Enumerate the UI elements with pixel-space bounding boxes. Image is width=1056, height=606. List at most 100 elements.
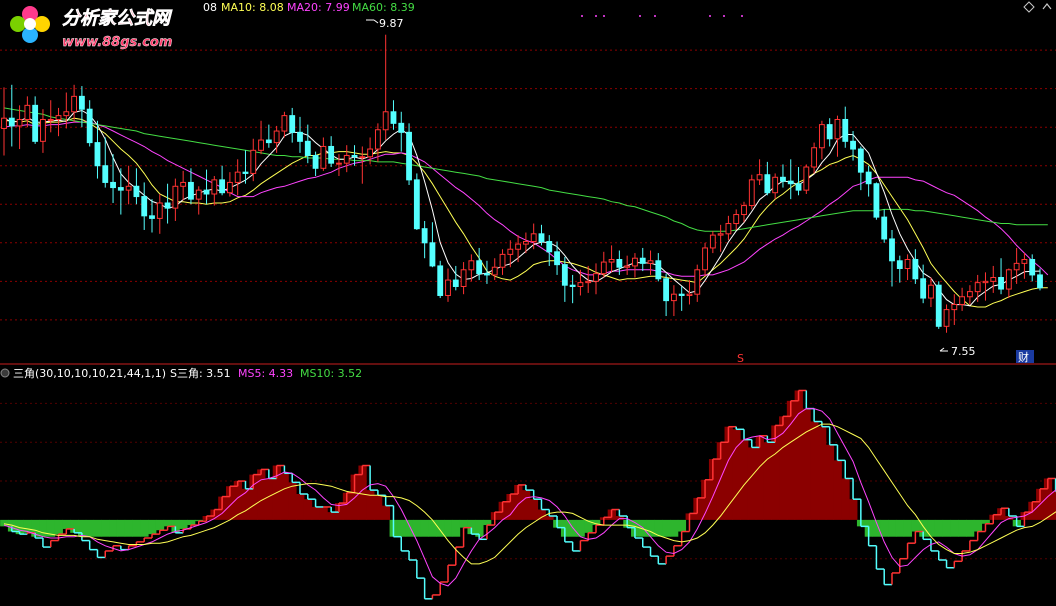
candle-body: [857, 148, 864, 173]
candle-body: [826, 124, 833, 140]
candle-body: [974, 282, 981, 293]
candle: [561, 256, 568, 302]
candle: [756, 159, 763, 185]
ma60-label: MA60: 8.39: [352, 1, 415, 14]
candle-body: [928, 284, 934, 299]
candle: [312, 151, 319, 177]
diamond-icon[interactable]: [1023, 1, 1035, 13]
candle: [678, 286, 685, 311]
candle: [40, 109, 46, 153]
negative-fill: [942, 519, 951, 537]
low-price-marker: 7.55: [939, 345, 976, 358]
negative-fill: [101, 519, 110, 537]
candle-body: [717, 233, 724, 236]
candle-body: [468, 260, 475, 271]
candle-body: [367, 148, 374, 158]
candle-body: [748, 179, 755, 207]
positive-fill: [537, 509, 546, 520]
candle-body: [265, 139, 272, 144]
negative-fill: [934, 519, 944, 537]
candle-body: [421, 228, 428, 244]
candle: [24, 96, 31, 128]
indicator-legend: 三角(30,10,10,10,21,44,1,1) S三角: 3.51 MS5:…: [0, 367, 362, 380]
negative-fill: [179, 519, 188, 529]
negative-fill: [451, 519, 461, 537]
candle-body: [522, 241, 529, 245]
positive-fill: [841, 478, 850, 520]
stock-chart[interactable]: 9.87 7.55 S 财 08 MA10: 8.08 MA20: 7.99 M…: [0, 0, 1056, 606]
candle-body: [546, 241, 553, 253]
candle: [1, 87, 7, 156]
candle-body: [47, 118, 54, 121]
candle-body: [273, 130, 280, 144]
candle: [593, 263, 599, 295]
candle-body: [351, 154, 358, 158]
candle-body: [343, 154, 350, 164]
candle-body: [624, 265, 631, 268]
negative-fill: [903, 519, 912, 537]
candle-body: [655, 260, 662, 280]
candle: [429, 222, 436, 268]
candle-body: [554, 251, 560, 266]
candle: [382, 34, 389, 141]
candle-body: [78, 95, 85, 110]
candle: [258, 120, 264, 155]
candle-body: [873, 183, 880, 218]
candle-body: [1005, 269, 1012, 290]
candle: [912, 249, 919, 284]
candle: [811, 142, 818, 174]
scroll-up-icon[interactable]: [1042, 3, 1052, 10]
candle: [554, 241, 560, 275]
finance-badge[interactable]: 财: [1018, 350, 1029, 364]
ma20-label: MA20: 7.99: [287, 1, 350, 14]
candle-body: [733, 214, 740, 225]
candle-body: [850, 140, 856, 150]
candle-body: [530, 233, 537, 243]
candle-body: [834, 118, 841, 140]
candle-body: [390, 111, 397, 124]
candle-body: [920, 278, 927, 299]
candle-body: [639, 257, 646, 264]
candle-body: [663, 278, 670, 302]
positive-fill: [327, 512, 336, 520]
candle-body: [593, 273, 599, 282]
candlesticks[interactable]: [1, 34, 1043, 333]
candle: [328, 136, 335, 168]
candle: [1005, 268, 1012, 299]
candle-body: [990, 276, 997, 282]
candle: [998, 258, 1004, 295]
candle-body: [702, 247, 708, 271]
candle-body: [359, 156, 366, 159]
candle: [842, 106, 849, 148]
negative-fill: [895, 519, 905, 537]
candle: [320, 137, 327, 171]
positive-fill: [529, 499, 539, 520]
candle: [460, 262, 467, 295]
candle-body: [1037, 274, 1043, 289]
candle-body: [219, 179, 226, 194]
candle-body: [865, 171, 872, 185]
positive-fill: [257, 469, 266, 520]
candle-body: [881, 216, 888, 240]
candle: [133, 168, 140, 205]
indicator-fill-area: [0, 390, 1056, 537]
indicator-toggle-icon[interactable]: [0, 368, 10, 378]
candle-body: [842, 118, 849, 142]
candle-body: [203, 189, 210, 195]
candle: [78, 86, 85, 128]
candle: [234, 159, 241, 196]
candle-body: [71, 95, 78, 113]
positive-fill: [303, 499, 313, 520]
negative-fill: [412, 519, 422, 537]
candle-body: [24, 104, 31, 120]
candle: [772, 173, 779, 200]
candle-body: [476, 260, 483, 275]
candle-body: [694, 269, 701, 295]
candle-body: [1029, 259, 1036, 276]
candle: [694, 264, 701, 302]
candle: [974, 274, 981, 302]
candle-body: [289, 115, 296, 133]
candle: [281, 111, 288, 138]
negative-fill: [140, 519, 149, 537]
candle: [896, 255, 903, 283]
